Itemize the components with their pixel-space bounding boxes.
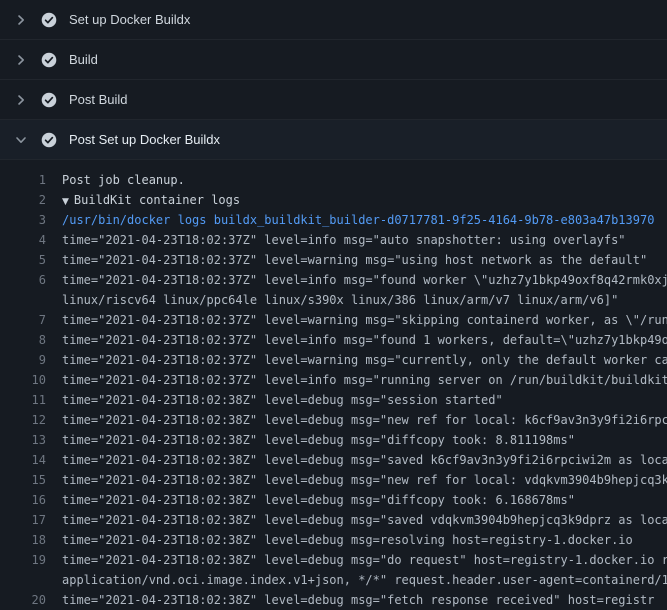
log-line-number[interactable]: 4 bbox=[0, 230, 46, 250]
log-line-text: time="2021-04-23T18:02:37Z" level=info m… bbox=[62, 330, 667, 350]
step-label: Build bbox=[69, 52, 98, 67]
log-line-text: time="2021-04-23T18:02:37Z" level=info m… bbox=[62, 370, 667, 390]
log-line: 8 time="2021-04-23T18:02:37Z" level=info… bbox=[0, 330, 667, 350]
log-line: 18 time="2021-04-23T18:02:38Z" level=deb… bbox=[0, 530, 667, 550]
log-line-number[interactable]: 11 bbox=[0, 390, 46, 410]
log-line-number[interactable]: 10 bbox=[0, 370, 46, 390]
log-line-number[interactable]: 18 bbox=[0, 530, 46, 550]
log-line-text: time="2021-04-23T18:02:38Z" level=debug … bbox=[62, 450, 667, 470]
log-line: 4 time="2021-04-23T18:02:37Z" level=info… bbox=[0, 230, 667, 250]
log-line-text: /usr/bin/docker logs buildx_buildkit_bui… bbox=[62, 210, 667, 230]
log-line-number[interactable]: 12 bbox=[0, 410, 46, 430]
log-line-text: time="2021-04-23T18:02:38Z" level=debug … bbox=[62, 550, 667, 570]
log-line: 5 time="2021-04-23T18:02:37Z" level=warn… bbox=[0, 250, 667, 270]
log-line-text: time="2021-04-23T18:02:37Z" level=warnin… bbox=[62, 250, 667, 270]
log-line-number[interactable]: 2 bbox=[0, 190, 46, 210]
step-label: Post Build bbox=[69, 92, 128, 107]
group-triangle-down-icon: ▼ bbox=[62, 197, 69, 207]
log-line-text: time="2021-04-23T18:02:37Z" level=warnin… bbox=[62, 310, 667, 330]
log-line-number[interactable]: 20 bbox=[0, 590, 46, 610]
log-line-text: time="2021-04-23T18:02:38Z" level=debug … bbox=[62, 470, 667, 490]
steps-list: Set up Docker Buildx Build Post Buil bbox=[0, 0, 667, 160]
log-line-number[interactable]: 16 bbox=[0, 490, 46, 510]
log-line: 14 time="2021-04-23T18:02:38Z" level=deb… bbox=[0, 450, 667, 470]
step-label: Post Set up Docker Buildx bbox=[69, 132, 220, 147]
chevron-right-icon[interactable] bbox=[14, 53, 28, 67]
log-line-number[interactable]: 1 bbox=[0, 170, 46, 190]
log-line: 9 time="2021-04-23T18:02:37Z" level=warn… bbox=[0, 350, 667, 370]
log-line-text: time="2021-04-23T18:02:37Z" level=warnin… bbox=[62, 350, 667, 370]
log-line: 13 time="2021-04-23T18:02:38Z" level=deb… bbox=[0, 430, 667, 450]
log-line-number[interactable]: 6 bbox=[0, 270, 46, 290]
check-circle-icon bbox=[41, 92, 57, 108]
step-row[interactable]: Set up Docker Buildx bbox=[0, 0, 667, 40]
log-line-text: time="2021-04-23T18:02:38Z" level=debug … bbox=[62, 410, 667, 430]
log-line: 16 time="2021-04-23T18:02:38Z" level=deb… bbox=[0, 490, 667, 510]
log-line: 10 time="2021-04-23T18:02:37Z" level=inf… bbox=[0, 370, 667, 390]
log-line-number[interactable]: 14 bbox=[0, 450, 46, 470]
log-line-text: time="2021-04-23T18:02:38Z" level=debug … bbox=[62, 530, 667, 550]
chevron-right-icon[interactable] bbox=[14, 13, 28, 27]
check-circle-icon bbox=[41, 52, 57, 68]
actions-log-viewer: Set up Docker Buildx Build Post Buil bbox=[0, 0, 667, 610]
log-line-text: time="2021-04-23T18:02:38Z" level=debug … bbox=[62, 430, 667, 450]
log-line-number[interactable]: 19 bbox=[0, 550, 46, 570]
log-line-number[interactable]: 15 bbox=[0, 470, 46, 490]
log-line: 20 time="2021-04-23T18:02:38Z" level=deb… bbox=[0, 590, 667, 610]
log-line-text: linux/riscv64 linux/ppc64le linux/s390x … bbox=[62, 290, 667, 310]
log-line: 17 time="2021-04-23T18:02:38Z" level=deb… bbox=[0, 510, 667, 530]
log-line-text: time="2021-04-23T18:02:38Z" level=debug … bbox=[62, 590, 667, 610]
log-line-text[interactable]: ▼BuildKit container logs bbox=[62, 190, 667, 210]
log-line-number[interactable] bbox=[0, 570, 46, 590]
log-line: 7 time="2021-04-23T18:02:37Z" level=warn… bbox=[0, 310, 667, 330]
step-row[interactable]: Build bbox=[0, 40, 667, 80]
log-line-number[interactable]: 5 bbox=[0, 250, 46, 270]
log-line-text: application/vnd.oci.image.index.v1+json,… bbox=[62, 570, 667, 590]
log-line: 2 ▼BuildKit container logs bbox=[0, 190, 667, 210]
log-line: 6 time="2021-04-23T18:02:37Z" level=info… bbox=[0, 270, 667, 290]
log-line: 12 time="2021-04-23T18:02:38Z" level=deb… bbox=[0, 410, 667, 430]
log-line-number[interactable]: 7 bbox=[0, 310, 46, 330]
log-line-number[interactable]: 13 bbox=[0, 430, 46, 450]
log-line: 19 time="2021-04-23T18:02:38Z" level=deb… bbox=[0, 550, 667, 570]
chevron-down-icon[interactable] bbox=[14, 133, 28, 147]
log-line-text: time="2021-04-23T18:02:38Z" level=debug … bbox=[62, 510, 667, 530]
log-line-number[interactable] bbox=[0, 290, 46, 310]
log-line-text: time="2021-04-23T18:02:38Z" level=debug … bbox=[62, 390, 667, 410]
log-line-text: time="2021-04-23T18:02:38Z" level=debug … bbox=[62, 490, 667, 510]
log-line-number[interactable]: 8 bbox=[0, 330, 46, 350]
log-area: 1 Post job cleanup. 2 ▼BuildKit containe… bbox=[0, 160, 667, 610]
check-circle-icon bbox=[41, 12, 57, 28]
step-label: Set up Docker Buildx bbox=[69, 12, 190, 27]
log-line: 11 time="2021-04-23T18:02:38Z" level=deb… bbox=[0, 390, 667, 410]
log-line-number[interactable]: 3 bbox=[0, 210, 46, 230]
log-lines: 1 Post job cleanup. 2 ▼BuildKit containe… bbox=[0, 170, 667, 610]
log-line: 1 Post job cleanup. bbox=[0, 170, 667, 190]
chevron-right-icon[interactable] bbox=[14, 93, 28, 107]
log-line-text: time="2021-04-23T18:02:37Z" level=info m… bbox=[62, 270, 667, 290]
log-line-text: Post job cleanup. bbox=[62, 170, 667, 190]
log-line: linux/riscv64 linux/ppc64le linux/s390x … bbox=[0, 290, 667, 310]
step-row[interactable]: Post Set up Docker Buildx bbox=[0, 120, 667, 160]
log-line-number[interactable]: 9 bbox=[0, 350, 46, 370]
log-line-number[interactable]: 17 bbox=[0, 510, 46, 530]
log-line: 15 time="2021-04-23T18:02:38Z" level=deb… bbox=[0, 470, 667, 490]
log-line: application/vnd.oci.image.index.v1+json,… bbox=[0, 570, 667, 590]
check-circle-icon bbox=[41, 132, 57, 148]
log-line: 3 /usr/bin/docker logs buildx_buildkit_b… bbox=[0, 210, 667, 230]
step-row[interactable]: Post Build bbox=[0, 80, 667, 120]
log-line-text: time="2021-04-23T18:02:37Z" level=info m… bbox=[62, 230, 667, 250]
